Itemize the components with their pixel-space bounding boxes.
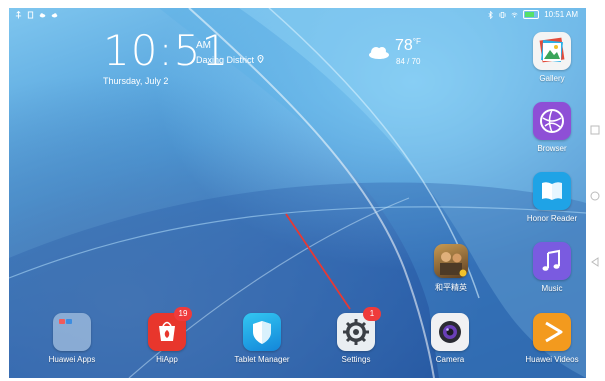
status-right-icons: 10:51 AM [487,10,578,19]
temperature: 78°F [395,37,421,55]
app-label: Music [541,284,563,293]
game-icon [434,244,468,278]
app-label: Browser [537,144,567,153]
device-frame: 10:51 AM 10:51 AM Daxing District Thursd… [0,0,605,381]
bluetooth-icon [488,10,493,19]
folder-icon [53,313,91,351]
vibrate-icon [499,11,506,18]
app-honor-reader[interactable]: Honor Reader [517,172,586,223]
cloud-icon [39,13,46,18]
book-icon [533,172,571,210]
app-label: Gallery [539,74,565,83]
app-label: Settings [341,355,371,364]
clock-location: Daxing District [196,54,264,65]
app-label: Huawei Videos [525,355,579,364]
recent-apps-icon[interactable] [589,124,601,136]
app-gallery[interactable]: Gallery [517,32,586,83]
app-label: Honor Reader [526,214,578,223]
app-label: HiApp [156,355,178,364]
cloud-sun-icon [369,47,389,59]
temperature-range: 84 / 70 [396,57,421,66]
app-huawei-videos[interactable]: Huawei Videos [517,313,586,364]
clock-date: Thursday, July 2 [103,76,169,86]
app-label: Huawei Apps [48,355,96,364]
gallery-icon [533,32,571,70]
clock-time: 10:51 [103,26,230,75]
app-label: Tablet Manager [234,355,290,364]
gear-icon: 1 [337,307,381,351]
app-music[interactable]: Music [517,242,586,293]
app-hiapp[interactable]: 19 HiApp [132,307,202,364]
app-browser[interactable]: Browser [517,102,586,153]
notification-badge: 1 [363,307,381,321]
app-tablet-manager[interactable]: Tablet Manager [227,313,297,364]
location-text: Daxing District [196,55,255,65]
usb-icon [15,11,22,19]
temperature-unit: °F [412,37,421,46]
home-screen: 10:51 AM 10:51 AM Daxing District Thursd… [9,8,586,378]
cloud-upload-icon [51,13,58,18]
status-left-icons [15,11,58,19]
battery-icon [523,10,540,19]
temperature-value: 78 [395,37,413,54]
shield-icon [243,313,281,351]
clock-ampm: AM [196,40,211,51]
wifi-icon [511,12,518,17]
app-label: 和平精英 [435,283,467,292]
app-game[interactable]: 和平精英 [416,244,486,293]
back-button-icon[interactable] [589,256,601,268]
clock-widget[interactable]: 10:51 AM Daxing District Thursday, July … [103,26,264,86]
home-button-icon[interactable] [589,190,601,202]
music-icon [533,242,571,280]
notification-badge: 19 [174,307,192,321]
app-camera[interactable]: Camera [415,313,485,364]
hiapp-icon: 19 [148,307,192,351]
status-bar: 10:51 AM [9,8,586,24]
camera-icon [431,313,469,351]
location-pin-icon [257,54,264,64]
play-icon [533,313,571,351]
status-time: 10:51 AM [544,10,578,19]
app-settings[interactable]: 1 Settings [321,307,391,364]
app-label: Camera [435,355,465,364]
app-huawei-apps[interactable]: Huawei Apps [37,313,107,364]
sim-icon [27,11,34,19]
browser-icon [533,102,571,140]
